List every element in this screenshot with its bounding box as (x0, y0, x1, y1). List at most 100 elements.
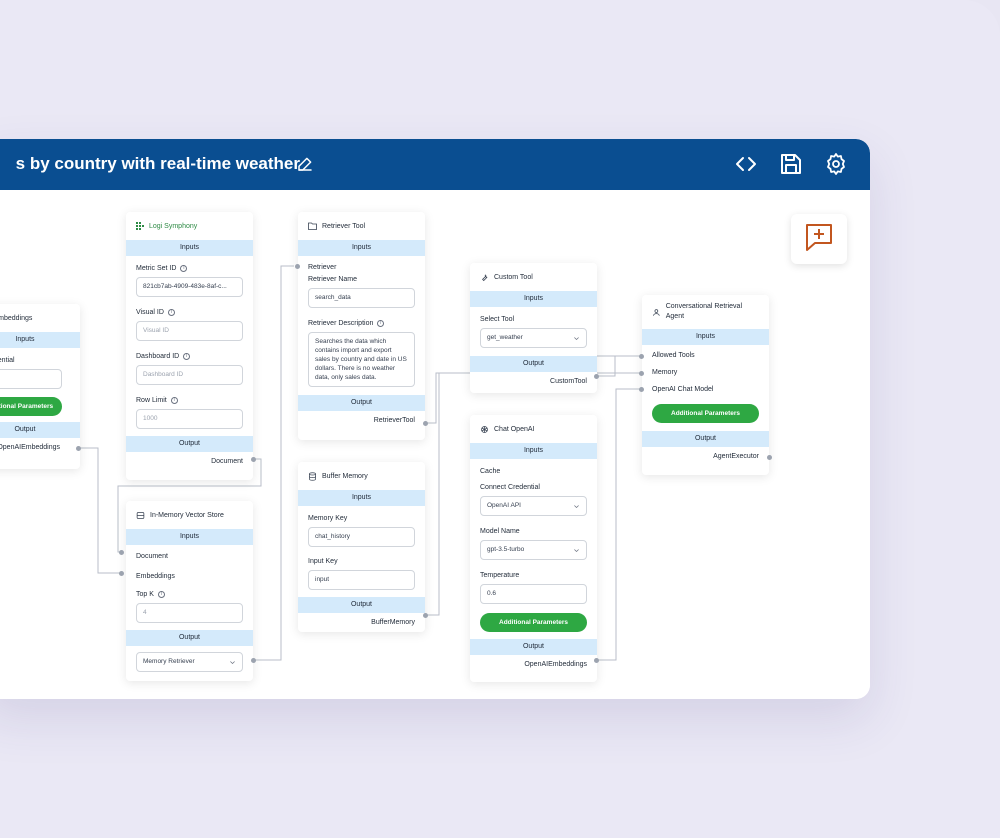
node-title: In-Memory Vector Store (150, 511, 224, 519)
row-limit-input[interactable]: 1000 (136, 409, 243, 429)
database-icon (136, 511, 145, 519)
output-bar: Output (298, 395, 425, 411)
add-chat-button[interactable] (791, 214, 847, 264)
credential-label: Connect Credential (480, 484, 540, 491)
allowed-tools-dot[interactable] (639, 354, 644, 359)
output-port[interactable] (76, 446, 81, 451)
top-k-label: Top Ki (126, 591, 253, 598)
flow-canvas[interactable]: l Embeddings Inputs edential PI ditional… (0, 190, 870, 699)
node-retriever-tool[interactable]: Retriever Tool Inputs Retriever Retrieve… (298, 212, 425, 440)
model-name-dropdown[interactable]: gpt-3.5-turbo (480, 540, 587, 560)
memory-dot[interactable] (639, 371, 644, 376)
credential-dropdown[interactable]: OpenAI API (480, 496, 587, 516)
code-icon[interactable] (734, 152, 758, 176)
info-icon[interactable]: i (157, 591, 165, 598)
additional-parameters-button[interactable]: ditional Parameters (0, 397, 62, 416)
row-limit-label: Row Limit i (126, 397, 253, 404)
input-key-label: Input Key (308, 558, 338, 565)
embeddings-dot[interactable] (119, 571, 124, 576)
document-port: Document (136, 553, 168, 560)
node-header: Retriever Tool (298, 212, 425, 240)
chat-add-icon (806, 224, 832, 251)
temperature-label: Temperature (480, 572, 520, 579)
dashboard-id-input[interactable]: Dashboard ID (136, 365, 243, 385)
output-port[interactable] (423, 421, 428, 426)
database-icon (309, 471, 316, 481)
model-name-value: gpt-3.5-turbo (487, 546, 525, 553)
metric-set-label: Metric Set ID i (126, 265, 253, 272)
output-port-label: AgentExecutor (713, 453, 759, 460)
chat-model-dot[interactable] (639, 387, 644, 392)
node-buffer-memory[interactable]: Buffer Memory Inputs Memory Key chat_his… (298, 462, 425, 632)
node-header: Conversational Retrieval Agent (642, 295, 769, 329)
title-clip: s by country with real-time weather (0, 139, 300, 190)
output-dropdown[interactable]: Memory Retriever (136, 652, 243, 672)
node-title: Custom Tool (494, 273, 533, 281)
inputs-bar: Inputs (642, 329, 769, 345)
node-title: Buffer Memory (322, 472, 368, 480)
info-icon[interactable]: i (183, 353, 191, 360)
info-icon[interactable]: i (377, 320, 385, 327)
user-icon (653, 308, 660, 316)
output-port-label: OpenAIEmbeddings (524, 661, 587, 668)
inputs-bar: Inputs (298, 490, 425, 506)
info-icon[interactable]: i (170, 397, 178, 404)
flow-title[interactable]: s by country with real-time weather (16, 154, 300, 174)
logi-icon (136, 222, 144, 230)
save-icon[interactable] (779, 152, 803, 176)
node-logi-symphony[interactable]: Logi Symphony Inputs Metric Set ID i 821c… (126, 212, 253, 480)
output-port[interactable] (767, 455, 772, 460)
node-conversational-agent[interactable]: Conversational Retrieval Agent Inputs Al… (642, 295, 769, 475)
node-title: Conversational Retrieval Agent (665, 303, 742, 320)
wrench-icon (482, 273, 488, 281)
node-openai-embeddings[interactable]: l Embeddings Inputs edential PI ditional… (0, 304, 80, 469)
output-dropdown-value: Memory Retriever (143, 658, 195, 665)
inputs-bar: Inputs (126, 240, 253, 256)
retriever-name-input[interactable]: search_data (308, 288, 415, 308)
edit-icon[interactable] (296, 155, 314, 173)
memory-key-input[interactable]: chat_history (308, 527, 415, 547)
inputs-bar: Inputs (470, 291, 597, 307)
visual-id-input[interactable]: Visual ID (136, 321, 243, 341)
chevron-down-icon (574, 548, 579, 552)
retriever-description-input[interactable]: Searches the data which contains import … (308, 332, 415, 387)
chevron-down-icon (574, 336, 579, 340)
temperature-input[interactable]: 0.6 (480, 584, 587, 604)
memory-port: Memory (652, 369, 678, 376)
model-name-label: Model Name (480, 528, 520, 535)
node-custom-tool[interactable]: Custom Tool Inputs Select Tool get_weath… (470, 263, 597, 393)
select-tool-dropdown[interactable]: get_weather (480, 328, 587, 348)
info-icon[interactable]: i (180, 265, 188, 272)
node-chat-openai[interactable]: Chat OpenAI Inputs Cache Connect Credent… (470, 415, 597, 682)
inputs-bar: Inputs (0, 332, 80, 348)
metric-set-input[interactable]: 821cb7ab-4909-483e-8af-c... (136, 277, 243, 297)
top-k-input[interactable]: 4 (136, 603, 243, 623)
output-port[interactable] (594, 374, 599, 379)
credential-value: OpenAI API (487, 502, 521, 509)
additional-parameters-button[interactable]: Additional Parameters (652, 404, 759, 423)
memory-key-label: Memory Key (308, 515, 348, 522)
inputs-bar: Inputs (470, 443, 597, 459)
additional-parameters-button[interactable]: Additional Parameters (480, 613, 587, 632)
settings-icon[interactable] (824, 152, 848, 176)
retriever-name-label: Retriever Name (308, 276, 358, 283)
output-bar: Output (126, 436, 253, 452)
document-dot[interactable] (119, 550, 124, 555)
output-port[interactable] (594, 658, 599, 663)
node-header: Custom Tool (470, 263, 597, 291)
retriever-input-port: Retriever (308, 264, 337, 271)
credential-field[interactable]: PI (0, 369, 62, 389)
info-icon[interactable]: i (167, 309, 175, 316)
output-bar: Output (0, 422, 80, 438)
input-key-input[interactable]: input (308, 570, 415, 590)
output-port[interactable] (251, 457, 256, 462)
retriever-port[interactable] (295, 264, 300, 269)
output-bar: Output (298, 597, 425, 613)
dashboard-id-label: Dashboard ID i (126, 353, 253, 360)
inputs-bar: Inputs (298, 240, 425, 256)
output-port[interactable] (251, 658, 256, 663)
node-vector-store[interactable]: In-Memory Vector Store Inputs Document E… (126, 501, 253, 681)
visual-id-label: Visual ID i (126, 309, 253, 316)
chevron-down-icon (574, 504, 579, 508)
output-port[interactable] (423, 613, 428, 618)
